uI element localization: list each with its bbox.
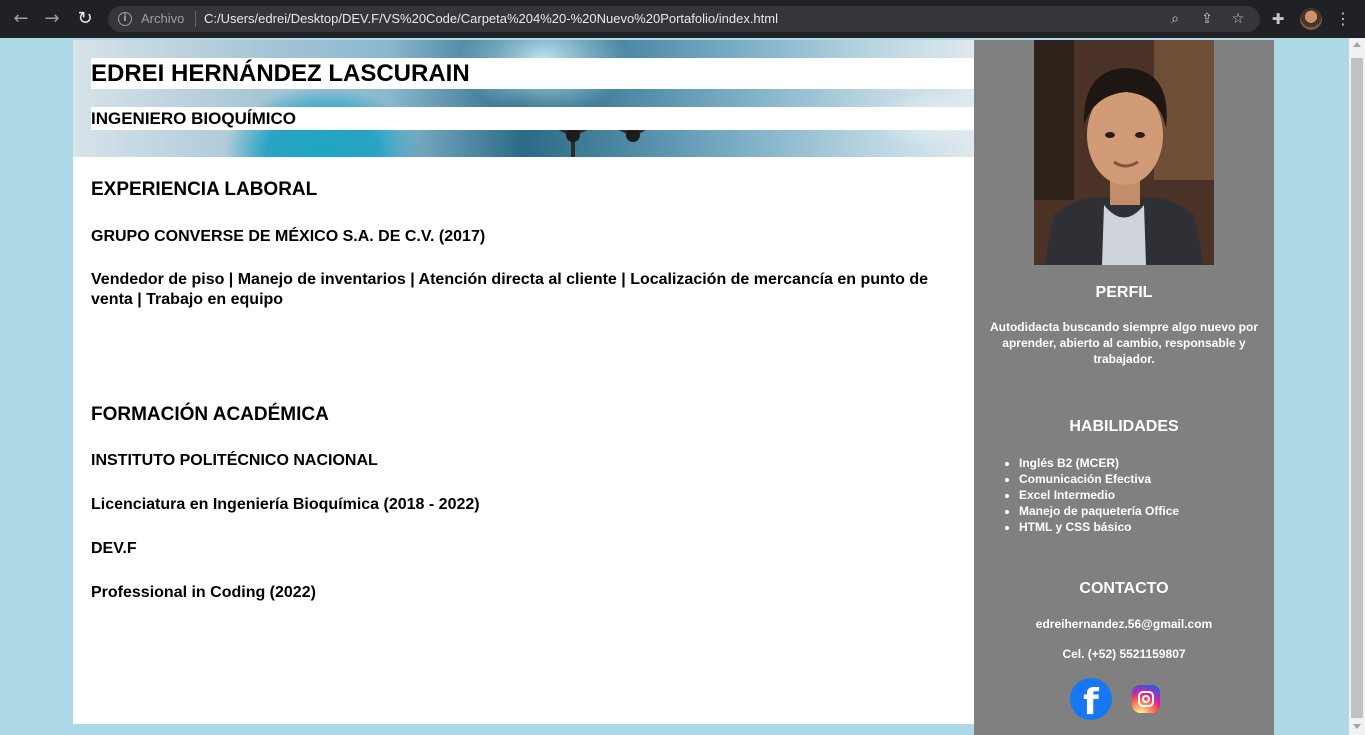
bookmark-star-icon[interactable]: ☆ [1229, 10, 1247, 28]
page-scrollbar[interactable] [1349, 38, 1365, 735]
back-arrow-icon[interactable]: ← [10, 8, 32, 30]
omnibox-divider [195, 11, 196, 27]
browser-toolbar: ← → ↻ i Archivo C:/Users/edrei/Desktop/D… [0, 0, 1365, 38]
experience-company: GRUPO CONVERSE DE MÉXICO S.A. DE C.V. (2… [91, 228, 486, 245]
skills-heading: HABILIDADES [1069, 418, 1179, 435]
skill-item: Inglés B2 (MCER) [1019, 455, 1259, 471]
scroll-down-arrow-icon[interactable] [1353, 724, 1361, 729]
education-item: DEV.F [91, 540, 137, 557]
share-icon[interactable]: ⇪ [1198, 10, 1216, 28]
contact-heading: CONTACTO [1079, 580, 1169, 597]
reload-icon[interactable]: ↻ [74, 8, 96, 30]
education-heading: FORMACIÓN ACADÉMICA [91, 404, 329, 425]
profile-avatar[interactable] [1300, 8, 1322, 30]
professional-title: INGENIERO BIOQUÍMICO [91, 109, 296, 128]
forward-arrow-icon[interactable]: → [41, 8, 63, 30]
contact-email[interactable]: edreihernandez.56@gmail.com [974, 616, 1274, 632]
education-item: Professional in Coding (2022) [91, 584, 316, 601]
instagram-lens [1142, 695, 1150, 703]
info-icon[interactable]: i [118, 12, 132, 26]
scroll-up-arrow-icon[interactable] [1353, 42, 1361, 47]
education-item: Licenciatura en Ingeniería Bioquímica (2… [91, 496, 480, 513]
zoom-icon[interactable]: ⌕ [1166, 10, 1184, 28]
profile-heading: PERFIL [1095, 284, 1153, 301]
profile-text: Autodidacta buscando siempre algo nuevo … [989, 320, 1259, 366]
scroll-thumb[interactable] [1351, 58, 1363, 718]
laboratory-banner-image: EDREI HERNÁNDEZ LASCURAIN INGENIERO BIOQ… [73, 40, 974, 157]
experience-details: Vendedor de piso | Manejo de inventarios… [91, 271, 929, 308]
url-text[interactable]: C:/Users/edrei/Desktop/DEV.F/VS%20Code/C… [204, 11, 778, 27]
profile-photo [1034, 40, 1214, 265]
skill-item: HTML y CSS básico [1019, 519, 1259, 535]
skills-list: Inglés B2 (MCER) Comunicación Efectiva E… [1019, 455, 1259, 535]
skill-item: Manejo de paquetería Office [1019, 503, 1259, 519]
page-title: EDREI HERNÁNDEZ LASCURAIN [91, 60, 470, 87]
extensions-puzzle-icon[interactable]: ✚ [1268, 9, 1288, 29]
skill-item: Excel Intermedio [1019, 487, 1259, 503]
resume-main: EDREI HERNÁNDEZ LASCURAIN INGENIERO BIOQ… [73, 40, 974, 724]
resume-sidebar: PERFIL Autodidacta buscando siempre algo… [974, 40, 1274, 735]
education-item: INSTITUTO POLITÉCNICO NACIONAL [91, 452, 378, 469]
facebook-icon[interactable]: f [1070, 678, 1112, 720]
experience-heading: EXPERIENCIA LABORAL [91, 179, 318, 200]
instagram-icon[interactable] [1132, 685, 1160, 713]
address-bar[interactable]: i Archivo C:/Users/edrei/Desktop/DEV.F/V… [108, 6, 1260, 32]
contact-phone: Cel. (+52) 5521159807 [1062, 647, 1186, 661]
scheme-label: Archivo [141, 11, 185, 26]
portrait-illustration [1034, 40, 1214, 265]
skill-item: Comunicación Efectiva [1019, 471, 1259, 487]
browser-menu-icon[interactable]: ⋮ [1334, 8, 1352, 30]
